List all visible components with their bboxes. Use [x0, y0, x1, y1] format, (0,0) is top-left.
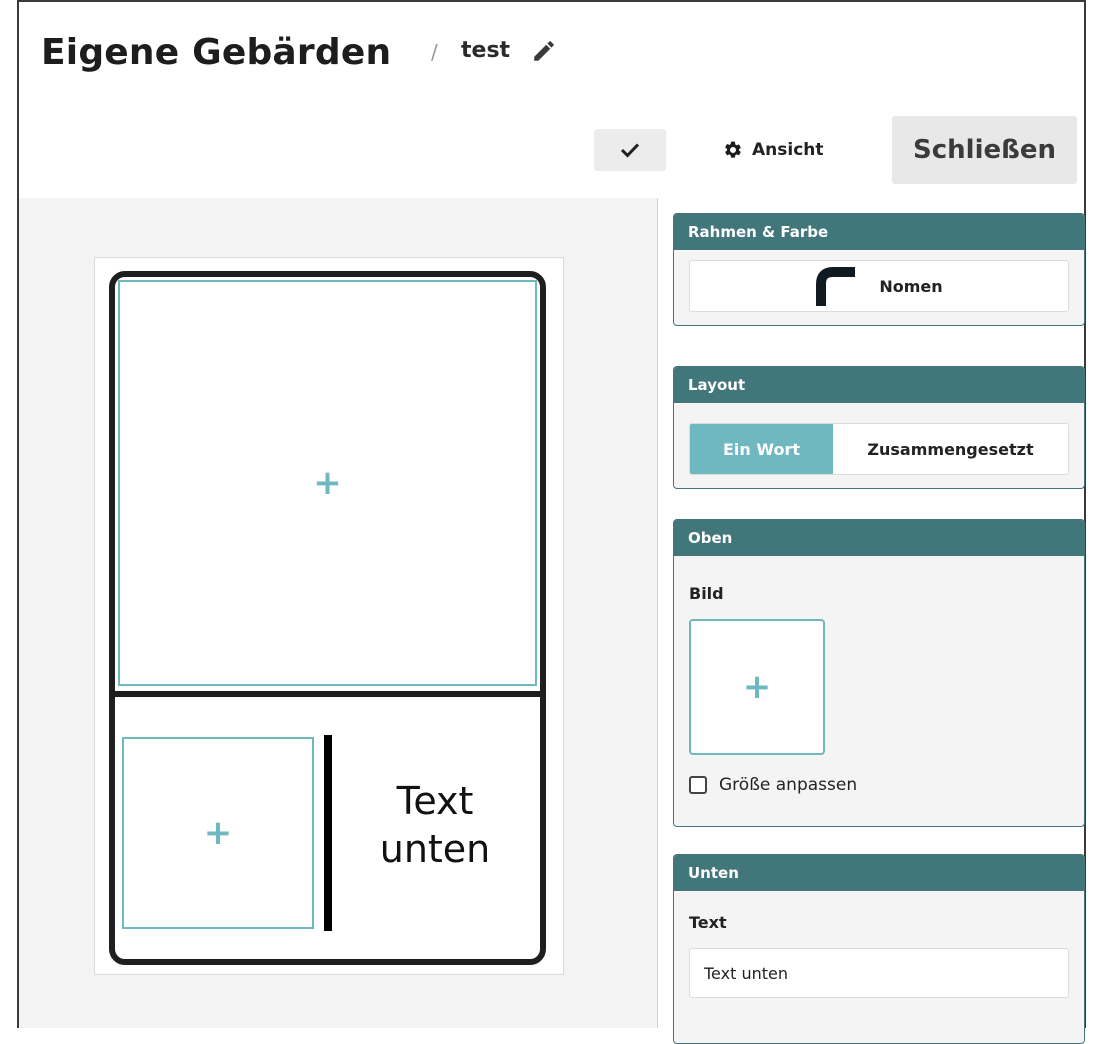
close-button[interactable]: Schließen: [892, 116, 1077, 184]
section-header: Rahmen & Farbe: [674, 214, 1084, 250]
frame-type-label: Nomen: [879, 276, 943, 296]
layout-option-compound[interactable]: Zusammengesetzt: [833, 424, 1068, 474]
section-layout: Layout Ein Wort Zusammengesetzt: [673, 366, 1085, 489]
view-button[interactable]: Ansicht: [709, 130, 838, 170]
settings-panel: Rahmen & Farbe Nomen Layout Ein Wort Zus: [658, 198, 1085, 1044]
card-bottom-separator: [324, 735, 332, 931]
section-top: Oben Bild + Größe anpassen: [673, 519, 1085, 827]
section-header: Unten: [674, 855, 1084, 891]
breadcrumb-separator: /: [431, 40, 438, 64]
section-header: Layout: [674, 367, 1084, 403]
image-label: Bild: [689, 584, 724, 603]
add-icon: +: [203, 813, 233, 853]
section-header: Oben: [674, 520, 1084, 556]
card-divider: [115, 691, 540, 697]
card-top-image-slot[interactable]: +: [118, 280, 537, 686]
resize-option[interactable]: Größe anpassen: [689, 775, 1069, 795]
add-icon: +: [313, 463, 342, 503]
top-image-upload[interactable]: +: [689, 619, 825, 755]
add-icon: +: [742, 667, 772, 707]
bottom-text-input[interactable]: [689, 948, 1069, 998]
layout-toggle: Ein Wort Zusammengesetzt: [689, 423, 1069, 475]
page-title: Eigene Gebärden: [41, 32, 392, 73]
frame-type-button[interactable]: Nomen: [689, 260, 1069, 312]
card-canvas: + + Text unten: [19, 198, 658, 1028]
sign-card: + + Text unten: [109, 271, 546, 965]
section-bottom: Unten Text: [673, 854, 1085, 1044]
gear-icon: [725, 141, 741, 158]
frame-corner-icon: [816, 267, 856, 306]
resize-checkbox[interactable]: [689, 776, 707, 794]
editor-window: Eigene Gebärden / test Ansicht Schließen…: [17, 0, 1086, 1044]
checkmark-icon: [620, 143, 640, 158]
card-bottom-text[interactable]: Text unten: [345, 777, 525, 873]
layout-option-single-word[interactable]: Ein Wort: [690, 424, 833, 474]
editor-body: + + Text unten Rahmen & Farbe Nomen Layo…: [19, 198, 1085, 1044]
view-button-label: Ansicht: [752, 140, 824, 160]
breadcrumb-current: test: [461, 38, 511, 63]
text-label: Text: [689, 913, 727, 932]
card-bottom-image-slot[interactable]: +: [122, 737, 314, 929]
card-preview: + + Text unten: [94, 257, 564, 975]
pencil-icon[interactable]: [531, 38, 557, 64]
header: Eigene Gebärden / test Ansicht Schließen: [19, 2, 1084, 199]
resize-label: Größe anpassen: [719, 775, 858, 795]
section-frame-color: Rahmen & Farbe Nomen: [673, 213, 1085, 326]
confirm-button[interactable]: [594, 129, 666, 171]
